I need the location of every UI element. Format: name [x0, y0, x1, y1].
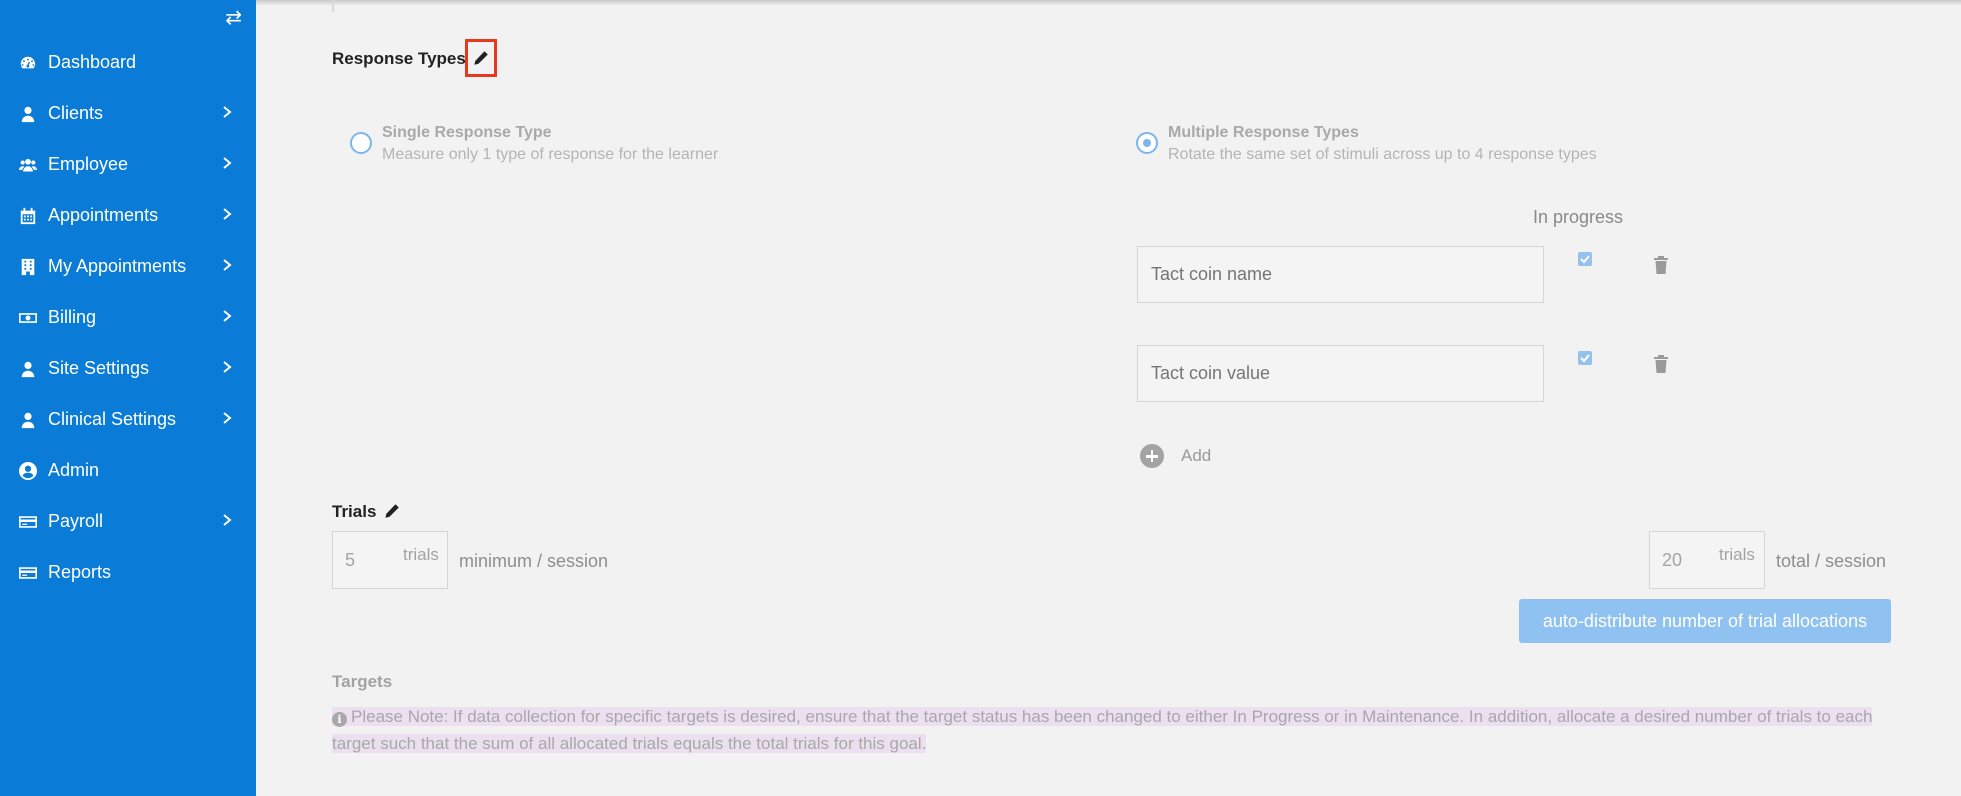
chevron-right-icon [222, 153, 234, 169]
delete-row-2-trash-icon[interactable] [1653, 354, 1669, 374]
minimum-trials-value: 5 [345, 550, 356, 570]
single-response-option[interactable]: Single Response Type Measure only 1 type… [350, 122, 718, 166]
sidebar-item-admin[interactable]: Admin [0, 445, 256, 496]
response-types-title: Response Types [332, 49, 466, 68]
sidebar-nav: Dashboard Clients Employee Appointments … [0, 37, 256, 598]
credit-card-icon [17, 564, 39, 582]
pencil-icon [474, 51, 488, 65]
header-shadow [256, 0, 1961, 6]
targets-note: i Please Note: If data collection for spe… [332, 703, 1892, 757]
multiple-response-radio[interactable] [1136, 132, 1158, 154]
chevron-right-icon [222, 255, 234, 271]
in-progress-column-header: In progress [1533, 207, 1624, 227]
in-progress-checkbox-2[interactable] [1578, 351, 1592, 365]
response-type-input-2[interactable] [1137, 345, 1544, 402]
sidebar-item-dashboard[interactable]: Dashboard [0, 37, 256, 88]
add-response-type-button[interactable]: Add [1140, 444, 1211, 468]
edit-response-types-button[interactable] [465, 39, 497, 77]
chevron-right-icon [222, 306, 234, 322]
credit-card-icon [17, 513, 39, 531]
add-label: Add [1181, 446, 1212, 465]
sidebar-item-appointments[interactable]: Appointments [0, 190, 256, 241]
chevron-right-icon [222, 408, 234, 424]
calendar-icon [17, 207, 39, 225]
total-trials-unit: trials [1719, 545, 1755, 564]
sidebar-item-payroll[interactable]: Payroll [0, 496, 256, 547]
pencil-icon [385, 504, 399, 518]
multiple-response-title: Multiple Response Types [1168, 124, 1359, 141]
user-circle-icon [17, 461, 39, 480]
sidebar-item-label: Reports [48, 562, 112, 582]
total-trials-label: total / session [1776, 551, 1887, 571]
edit-trials-button[interactable] [376, 492, 408, 530]
single-response-subtitle: Measure only 1 type of response for the … [382, 146, 719, 163]
trials-title: Trials [332, 502, 377, 521]
sidebar-item-label: Billing [48, 307, 97, 327]
chevron-right-icon [222, 102, 234, 118]
plus-circle-icon [1140, 444, 1164, 468]
sidebar: ⇄ Dashboard Clients Employee Appointment… [0, 0, 256, 796]
sidebar-item-label: Appointments [48, 205, 159, 225]
sidebar-item-label: Site Settings [48, 358, 150, 378]
total-trials-value: 20 [1662, 550, 1683, 570]
building-icon [17, 258, 39, 276]
sidebar-item-label: My Appointments [48, 256, 187, 276]
single-response-radio[interactable] [350, 132, 372, 154]
delete-row-1-trash-icon[interactable] [1653, 255, 1669, 275]
multiple-response-subtitle: Rotate the same set of stimuli across up… [1168, 146, 1597, 163]
user-icon [17, 411, 39, 429]
sidebar-item-clinical-settings[interactable]: Clinical Settings [0, 394, 256, 445]
response-type-input-1[interactable] [1137, 246, 1544, 303]
sidebar-item-label: Employee [48, 154, 129, 174]
info-icon: i [332, 712, 347, 727]
sidebar-item-label: Admin [48, 460, 100, 480]
total-trials-input[interactable]: 20 trials [1649, 531, 1765, 589]
sidebar-toggle-icon[interactable]: ⇄ [225, 6, 242, 30]
chevron-right-icon [222, 510, 234, 526]
multiple-response-option[interactable]: Multiple Response Types Rotate the same … [1136, 122, 1597, 166]
minimum-trials-unit: trials [403, 545, 439, 564]
sidebar-item-label: Payroll [48, 511, 104, 531]
main-content: Response Types Single Response Type Meas… [256, 0, 1961, 796]
sidebar-item-site-settings[interactable]: Site Settings [0, 343, 256, 394]
card-edge [332, 0, 334, 12]
sidebar-item-label: Clients [48, 103, 104, 123]
chevron-right-icon [222, 204, 234, 220]
users-icon [17, 156, 39, 174]
sidebar-item-reports[interactable]: Reports [0, 547, 256, 598]
targets-title: Targets [332, 672, 393, 691]
auto-distribute-button[interactable]: auto-distribute number of trial allocati… [1519, 599, 1891, 643]
sidebar-item-label: Clinical Settings [48, 409, 177, 429]
dashboard-icon [17, 54, 39, 72]
sidebar-item-billing[interactable]: Billing [0, 292, 256, 343]
chevron-right-icon [222, 357, 234, 373]
user-icon [17, 360, 39, 378]
in-progress-checkbox-1[interactable] [1578, 252, 1592, 266]
sidebar-item-employee[interactable]: Employee [0, 139, 256, 190]
targets-note-text: Please Note: If data collection for spec… [332, 707, 1873, 753]
sidebar-item-label: Dashboard [48, 52, 137, 72]
user-icon [17, 105, 39, 123]
sidebar-item-clients[interactable]: Clients [0, 88, 256, 139]
sidebar-item-my-appointments[interactable]: My Appointments [0, 241, 256, 292]
minimum-trials-input[interactable]: 5 trials [332, 531, 448, 589]
single-response-title: Single Response Type [382, 124, 552, 141]
money-icon [17, 309, 39, 327]
minimum-trials-label: minimum / session [459, 551, 609, 571]
